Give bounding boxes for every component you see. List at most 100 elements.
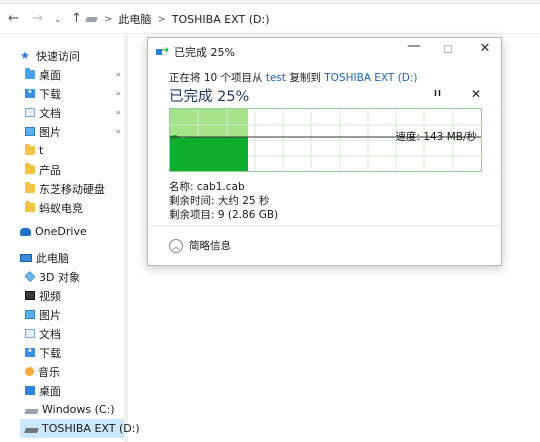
sidebar-item-label: TOSHIBA EXT (D:) bbox=[42, 422, 140, 435]
download-folder-icon bbox=[25, 345, 35, 357]
sidebar-item-label: 桌面 bbox=[39, 68, 61, 82]
time-remaining-info: 剩余时间: 大约 25 秒 bbox=[169, 195, 270, 207]
download-folder-icon bbox=[25, 86, 35, 98]
sidebar-item-ant-esports[interactable]: 蚂蚁电竞 bbox=[25, 198, 124, 217]
sidebar-item-pc-documents[interactable]: 文档 bbox=[25, 324, 124, 343]
desktop-folder-icon bbox=[25, 68, 35, 79]
breadcrumb-drive[interactable]: TOSHIBA EXT (D:) bbox=[172, 13, 270, 26]
folder-icon bbox=[25, 201, 35, 212]
back-arrow-icon[interactable]: ← bbox=[8, 12, 19, 25]
pin-icon[interactable]: ✈ bbox=[113, 127, 123, 137]
onedrive-icon bbox=[20, 227, 31, 236]
sidebar-item-label: 文档 bbox=[39, 327, 61, 341]
sidebar-item-t[interactable]: t bbox=[25, 141, 124, 160]
sidebar-item-label: 此电脑 bbox=[36, 251, 69, 265]
external-drive-icon bbox=[24, 427, 39, 433]
sidebar-item-documents[interactable]: 文档 ✈ bbox=[25, 103, 124, 122]
sidebar-item-label: 音乐 bbox=[38, 365, 60, 379]
document-folder-icon bbox=[25, 108, 35, 117]
sidebar-item-3d-objects[interactable]: 3D 对象 bbox=[24, 267, 124, 286]
destination-drive-link[interactable]: TOSHIBA EXT (D:) bbox=[324, 72, 417, 84]
picture-folder-icon bbox=[25, 310, 35, 319]
up-arrow-icon[interactable]: ↑ bbox=[71, 12, 82, 25]
sidebar-item-label: 下载 bbox=[39, 87, 61, 101]
sidebar-item-drive-c[interactable]: Windows (C:) bbox=[24, 400, 124, 419]
address-bar: ← → ⌄ ↑ > 此电脑 > TOSHIBA EXT (D:) bbox=[0, 0, 540, 34]
computer-icon bbox=[20, 253, 32, 262]
sidebar-item-pc-desktop[interactable]: 桌面 bbox=[25, 381, 124, 400]
sidebar-item-label: 文档 bbox=[39, 106, 61, 120]
cancel-copy-button[interactable]: ✕ bbox=[471, 87, 481, 101]
drive-icon bbox=[85, 16, 98, 22]
pin-icon[interactable]: ✈ bbox=[113, 70, 123, 80]
video-folder-icon bbox=[25, 291, 35, 300]
sidebar-item-label: t bbox=[39, 144, 44, 157]
music-folder-icon bbox=[25, 367, 34, 376]
breadcrumb-this-pc[interactable]: 此电脑 bbox=[118, 11, 151, 27]
forward-arrow-icon[interactable]: → bbox=[32, 12, 43, 25]
sidebar-item-videos[interactable]: 视频 bbox=[25, 286, 124, 305]
folder-icon bbox=[25, 182, 35, 193]
chevron-up-icon: ︿ bbox=[169, 238, 183, 253]
dialog-divider bbox=[148, 225, 501, 226]
sidebar-item-drive-d[interactable]: TOSHIBA EXT (D:) bbox=[20, 419, 140, 438]
sidebar-item-label: 下载 bbox=[39, 346, 61, 360]
sidebar-item-label: Windows (C:) bbox=[42, 403, 115, 416]
sidebar-scrollbar[interactable] bbox=[124, 34, 128, 442]
sidebar-item-pictures[interactable]: 图片 ✈ bbox=[25, 122, 124, 141]
pin-icon[interactable]: ✈ bbox=[113, 89, 123, 99]
sidebar-item-quick-access[interactable]: ★ 快速访问 bbox=[20, 46, 124, 65]
transfer-speed-graph: 速度: 143 MB/秒 bbox=[169, 108, 482, 172]
dialog-title-bar: ➜ 已完成 25% bbox=[156, 44, 235, 60]
minimize-button[interactable]: — bbox=[404, 38, 424, 54]
sidebar-item-label: 蚂蚁电竞 bbox=[39, 201, 83, 215]
copy-description: 正在将 10 个项目从 test 复制到 TOSHIBA EXT (D:) bbox=[169, 70, 418, 85]
star-icon: ★ bbox=[20, 49, 30, 62]
breadcrumb[interactable]: > 此电脑 > TOSHIBA EXT (D:) bbox=[85, 11, 270, 27]
sidebar-item-products[interactable]: 产品 bbox=[25, 160, 124, 179]
sidebar-item-label: 图片 bbox=[39, 125, 61, 139]
sidebar-item-label: 快速访问 bbox=[36, 49, 80, 63]
sidebar-item-label: 视频 bbox=[39, 289, 61, 303]
breadcrumb-separator: > bbox=[104, 13, 113, 25]
items-remaining-info: 剩余项目: 9 (2.86 GB) bbox=[169, 209, 279, 221]
file-copy-icon: ➜ bbox=[156, 45, 170, 57]
progress-heading: 已完成 25% bbox=[169, 89, 250, 105]
sidebar-item-label: 东芝移动硬盘 bbox=[39, 182, 105, 196]
description-text: 正在将 10 个项目从 bbox=[169, 72, 266, 84]
sidebar-item-this-pc[interactable]: 此电脑 bbox=[20, 248, 124, 267]
copy-progress-dialog: ➜ 已完成 25% — ✕ 正在将 10 个项目从 test 复制到 TOSHI… bbox=[147, 37, 502, 266]
description-text: 复制到 bbox=[286, 72, 325, 84]
sidebar-item-label: 桌面 bbox=[39, 384, 61, 398]
sidebar-item-pc-downloads[interactable]: 下载 bbox=[25, 343, 124, 362]
close-button[interactable]: ✕ bbox=[475, 41, 495, 56]
pause-button[interactable]: II bbox=[434, 89, 442, 98]
sidebar-item-label: OneDrive bbox=[35, 225, 87, 238]
fewer-details-label: 简略信息 bbox=[189, 240, 231, 252]
sidebar-item-music[interactable]: 音乐 bbox=[25, 362, 124, 381]
sidebar-item-downloads[interactable]: 下载 ✈ bbox=[25, 84, 124, 103]
folder-icon bbox=[25, 163, 35, 174]
sidebar-item-desktop[interactable]: 桌面 ✈ bbox=[25, 65, 124, 84]
sidebar-item-label: 产品 bbox=[39, 163, 61, 177]
fewer-details-toggle[interactable]: ︿ 简略信息 bbox=[169, 238, 231, 253]
source-folder-link[interactable]: test bbox=[266, 72, 286, 84]
navigation-pane: ★ 快速访问 桌面 ✈ 下载 ✈ 文档 ✈ 图片 ✈ t 产品 东芝移动硬盘 蚂… bbox=[0, 34, 140, 442]
picture-folder-icon bbox=[25, 127, 35, 136]
maximize-icon bbox=[444, 45, 452, 53]
sidebar-item-label: 图片 bbox=[39, 308, 61, 322]
sidebar-item-toshiba-drive-folder[interactable]: 东芝移动硬盘 bbox=[25, 179, 124, 198]
sidebar-item-pc-pictures[interactable]: 图片 bbox=[25, 305, 124, 324]
breadcrumb-separator: > bbox=[157, 13, 166, 25]
speed-label: 速度: 143 MB/秒 bbox=[395, 131, 477, 143]
speed-area bbox=[170, 135, 248, 171]
recent-locations-chevron-icon[interactable]: ⌄ bbox=[54, 14, 62, 27]
pin-icon[interactable]: ✈ bbox=[113, 108, 123, 118]
file-name-info: 名称: cab1.cab bbox=[169, 181, 245, 193]
toolbar-strip bbox=[0, 0, 540, 4]
windows-drive-icon bbox=[24, 408, 39, 414]
maximize-button bbox=[438, 42, 458, 56]
folder-icon bbox=[25, 144, 35, 155]
document-folder-icon bbox=[25, 329, 35, 338]
sidebar-item-onedrive[interactable]: OneDrive bbox=[20, 222, 124, 241]
